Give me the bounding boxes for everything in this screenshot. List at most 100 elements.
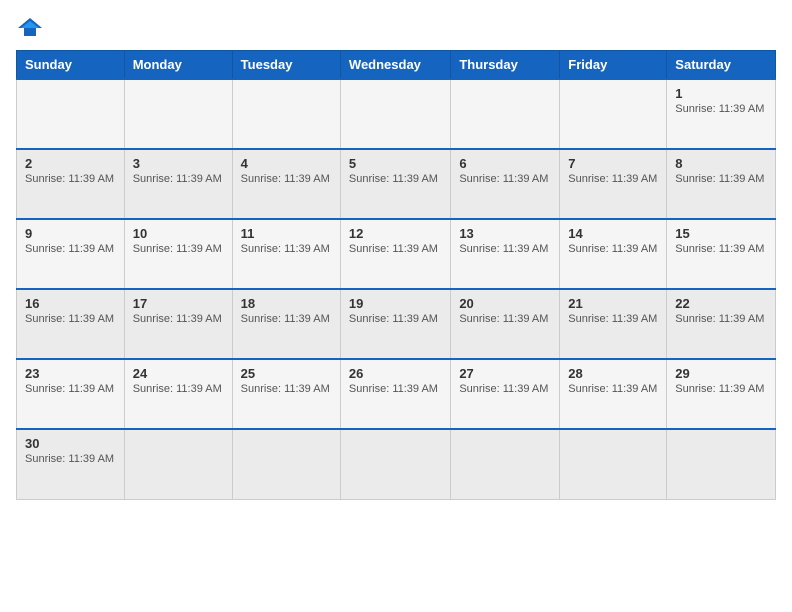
day-sunrise-info: Sunrise: 11:39 AM [133,313,224,325]
day-number: 16 [25,296,116,311]
day-number: 29 [675,366,767,381]
day-sunrise-info: Sunrise: 11:39 AM [241,383,332,395]
weekday-header-row: Sunday Monday Tuesday Wednesday Thursday… [17,51,776,80]
day-sunrise-info: Sunrise: 11:39 AM [459,173,551,185]
header-sunday: Sunday [17,51,125,80]
calendar-day-cell: 30 Sunrise: 11:39 AM [17,429,125,499]
calendar-day-cell [451,79,560,149]
logo [16,16,48,38]
calendar-day-cell: 1 Sunrise: 11:39 AM [667,79,776,149]
calendar-day-cell: 15 Sunrise: 11:39 AM [667,219,776,289]
day-sunrise-info: Sunrise: 11:39 AM [241,173,332,185]
calendar-day-cell: 29 Sunrise: 11:39 AM [667,359,776,429]
day-number: 8 [675,156,767,171]
calendar-day-cell [560,429,667,499]
day-sunrise-info: Sunrise: 11:39 AM [349,313,442,325]
calendar-day-cell: 26 Sunrise: 11:39 AM [340,359,450,429]
calendar-day-cell [340,429,450,499]
day-sunrise-info: Sunrise: 11:39 AM [459,383,551,395]
day-sunrise-info: Sunrise: 11:39 AM [568,313,658,325]
day-number: 22 [675,296,767,311]
day-sunrise-info: Sunrise: 11:39 AM [675,243,767,255]
day-number: 7 [568,156,658,171]
calendar-day-cell: 4Sunrise: 11:39 AM [232,149,340,219]
day-number: 10 [133,226,224,241]
calendar-day-cell: 5Sunrise: 11:39 AM [340,149,450,219]
day-sunrise-info: Sunrise: 11:39 AM [349,173,442,185]
header-monday: Monday [124,51,232,80]
day-sunrise-info: Sunrise: 11:39 AM [133,173,224,185]
calendar-day-cell: 19 Sunrise: 11:39 AM [340,289,450,359]
calendar-day-cell [124,429,232,499]
calendar-day-cell [340,79,450,149]
day-sunrise-info: Sunrise: 11:39 AM [675,313,767,325]
day-sunrise-info: Sunrise: 11:39 AM [349,383,442,395]
header [16,16,776,38]
generalblue-logo-icon [16,16,44,38]
day-sunrise-info: Sunrise: 11:39 AM [25,243,116,255]
day-number: 24 [133,366,224,381]
day-sunrise-info: Sunrise: 11:39 AM [459,313,551,325]
calendar-day-cell [17,79,125,149]
calendar-day-cell: 22 Sunrise: 11:39 AM [667,289,776,359]
calendar-day-cell [667,429,776,499]
calendar-day-cell: 13 Sunrise: 11:39 AM [451,219,560,289]
calendar-day-cell: 16 Sunrise: 11:39 AM [17,289,125,359]
calendar-day-cell: 23 Sunrise: 11:39 AM [17,359,125,429]
day-sunrise-info: Sunrise: 11:39 AM [25,173,116,185]
header-thursday: Thursday [451,51,560,80]
day-number: 28 [568,366,658,381]
day-sunrise-info: Sunrise: 11:39 AM [675,103,767,115]
day-number: 18 [241,296,332,311]
day-sunrise-info: Sunrise: 11:39 AM [241,313,332,325]
day-sunrise-info: Sunrise: 11:39 AM [349,243,442,255]
calendar-day-cell: 21Sunrise: 11:39 AM [560,289,667,359]
calendar-day-cell: 2 Sunrise: 11:39 AM [17,149,125,219]
day-sunrise-info: Sunrise: 11:39 AM [459,243,551,255]
calendar-day-cell: 11Sunrise: 11:39 AM [232,219,340,289]
header-friday: Friday [560,51,667,80]
day-number: 3 [133,156,224,171]
calendar-day-cell: 6Sunrise: 11:39 AM [451,149,560,219]
calendar-week-row: 30 Sunrise: 11:39 AM [17,429,776,499]
calendar-day-cell [232,79,340,149]
calendar-day-cell: 27Sunrise: 11:39 AM [451,359,560,429]
day-number: 14 [568,226,658,241]
calendar-day-cell: 20 Sunrise: 11:39 AM [451,289,560,359]
day-sunrise-info: Sunrise: 11:39 AM [25,313,116,325]
day-number: 26 [349,366,442,381]
day-number: 17 [133,296,224,311]
day-number: 15 [675,226,767,241]
header-tuesday: Tuesday [232,51,340,80]
calendar-day-cell [451,429,560,499]
day-number: 25 [241,366,332,381]
calendar-week-row: 2Sunrise: 11:39 AM3Sunrise: 11:39 AM4Sun… [17,149,776,219]
calendar-day-cell [560,79,667,149]
day-number: 9 [25,226,116,241]
day-number: 23 [25,366,116,381]
header-saturday: Saturday [667,51,776,80]
calendar-day-cell: 14Sunrise: 11:39 AM [560,219,667,289]
calendar-day-cell: 12 Sunrise: 11:39 AM [340,219,450,289]
day-sunrise-info: Sunrise: 11:39 AM [25,383,116,395]
day-number: 30 [25,436,116,451]
calendar-day-cell [124,79,232,149]
day-number: 11 [241,226,332,241]
day-number: 20 [459,296,551,311]
day-sunrise-info: Sunrise: 11:39 AM [133,243,224,255]
day-number: 12 [349,226,442,241]
calendar-day-cell: 9 Sunrise: 11:39 AM [17,219,125,289]
calendar-week-row: 16 Sunrise: 11:39 AM 17 Sunrise: 11:39 AM 18… [17,289,776,359]
calendar-day-cell: 10 Sunrise: 11:39 AM [124,219,232,289]
calendar-day-cell: 3 Sunrise: 11:39 AM [124,149,232,219]
calendar-week-row: 23 Sunrise: 11:39 AM 24 Sunrise: 11:39 AM 25… [17,359,776,429]
day-sunrise-info: Sunrise: 11:39 AM [25,453,116,465]
day-number: 13 [459,226,551,241]
day-number: 1 [675,86,767,101]
day-number: 19 [349,296,442,311]
header-wednesday: Wednesday [340,51,450,80]
calendar-week-row: 9Sunrise: 11:39 AM10Sunrise: 11:39 AM11S… [17,219,776,289]
day-number: 2 [25,156,116,171]
day-sunrise-info: Sunrise: 11:39 AM [675,383,767,395]
day-sunrise-info: Sunrise: 11:39 AM [568,383,658,395]
